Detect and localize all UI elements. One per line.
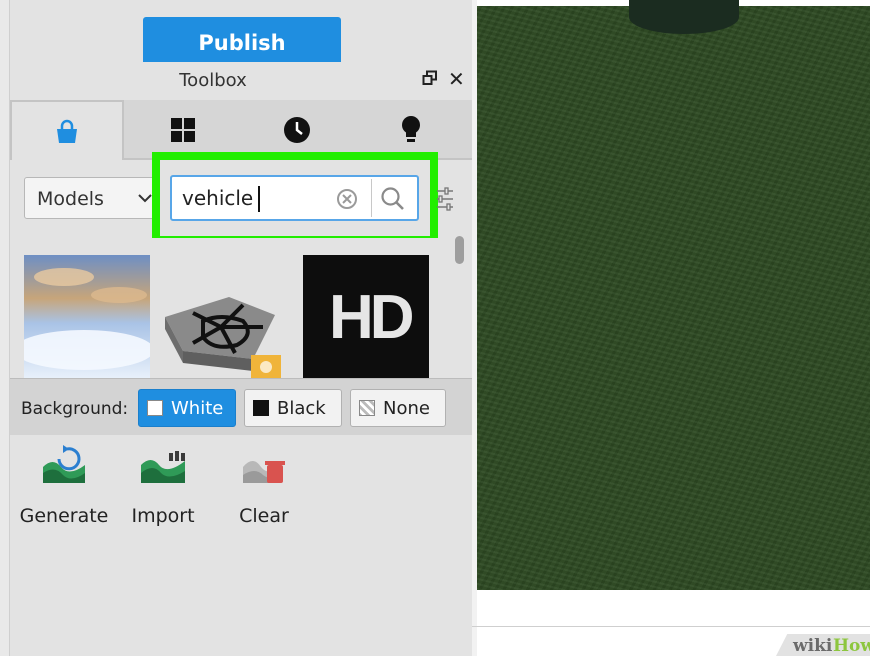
background-white-label: White [171,397,224,419]
terrain-tools: Generate Import Clear [10,435,472,656]
undock-icon[interactable] [422,70,438,90]
tab-inventory[interactable] [126,100,240,160]
chevron-down-icon [138,194,152,203]
game-viewport[interactable] [477,0,870,590]
bottom-border [472,626,870,627]
background-label: Background: [21,399,129,419]
publish-button[interactable]: Publish [143,17,341,65]
category-selected: Models [37,188,104,210]
left-edge [0,0,10,656]
watermark-text-how: How [833,636,870,656]
viewport-object [629,0,739,34]
hd-logo-text: HD [329,283,415,352]
terrain-import-label: Import [131,505,195,527]
generate-terrain-icon [43,445,85,483]
result-hd-thumbnail[interactable]: HD [303,255,429,378]
terrain-import-button[interactable]: Import [120,443,206,527]
filter-settings-icon[interactable] [435,186,455,212]
tab-creations[interactable] [354,100,468,160]
background-bar: Background: White Black None [10,378,472,435]
background-black-label: Black [277,397,326,419]
terrain-clear-label: Clear [239,505,289,527]
black-swatch-icon [253,400,269,416]
white-swatch-icon [147,400,163,416]
tab-marketplace[interactable] [10,100,124,162]
clear-terrain-icon [243,461,285,483]
tab-recent[interactable] [240,100,354,160]
clock-icon [284,117,310,143]
terrain-clear-button[interactable]: Clear [224,443,304,527]
toolbox-tabs [10,100,472,162]
result-sky-thumbnail[interactable] [14,255,154,378]
import-terrain-icon [141,451,185,483]
none-swatch-icon [359,400,375,416]
search-results: HD [10,238,462,378]
result-model-thumbnail[interactable] [163,255,283,378]
background-none-button[interactable]: None [350,389,446,427]
close-icon[interactable]: ✕ [448,67,465,91]
toolbox-header: Toolbox ✕ [10,62,472,100]
terrain-generate-button[interactable]: Generate [16,443,112,527]
category-dropdown[interactable]: Models [24,177,160,219]
results-scrollbar[interactable] [455,236,464,264]
background-none-label: None [383,397,430,419]
grid-icon [171,118,195,142]
lightbulb-icon [402,116,420,142]
watermark-text-wiki: wiki [793,636,833,656]
terrain-generate-label: Generate [19,505,109,527]
background-black-button[interactable]: Black [244,389,342,427]
shopping-bag-icon [57,119,77,143]
toolbox-title: Toolbox [179,70,247,91]
search-highlight-box [152,152,438,244]
background-white-button[interactable]: White [138,389,236,427]
